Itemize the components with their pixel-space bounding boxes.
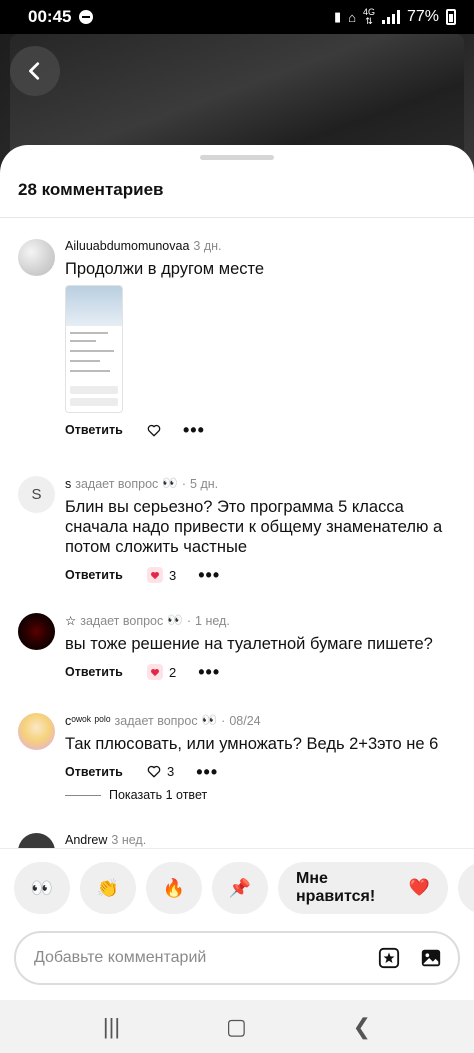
comment-item: ☆ задает вопрос 👀 · 1 нед. вы тоже решен… bbox=[18, 613, 458, 683]
heart-outline-icon bbox=[147, 424, 161, 436]
reaction-pin-button[interactable]: 📌 bbox=[212, 862, 268, 914]
header-divider bbox=[0, 217, 474, 218]
image-attach-icon[interactable] bbox=[420, 947, 442, 969]
pushpin-icon: 📌 bbox=[228, 877, 252, 898]
question-badge: задает вопрос bbox=[75, 476, 159, 491]
avatar[interactable]: S bbox=[18, 476, 55, 513]
reply-button[interactable]: Ответить bbox=[65, 765, 147, 779]
chevron-left-icon bbox=[29, 62, 40, 80]
comment-author[interactable]: Andrew bbox=[65, 833, 107, 847]
back-nav-icon[interactable]: ❮ bbox=[353, 1014, 371, 1040]
sticker-icon[interactable] bbox=[378, 947, 400, 969]
comment-item: Ailuuabdumomunovaa 3 дн. Продолжи в друг… bbox=[18, 239, 458, 439]
comment-actions: Ответить ••• bbox=[65, 421, 458, 439]
drag-handle[interactable] bbox=[200, 155, 274, 160]
more-options-button[interactable]: ••• bbox=[198, 663, 220, 681]
clapping-hands-icon: 👏 bbox=[96, 877, 120, 898]
avatar-letter: S bbox=[31, 486, 42, 503]
comment-item: cᵒʷᵒᵏ ᵖᵒˡᵒ задает вопрос 👀 · 08/24 Так п… bbox=[18, 713, 458, 783]
comment-time: 5 дн. bbox=[190, 476, 219, 491]
comment-time: 1 нед. bbox=[195, 613, 230, 628]
comment-time: 3 дн. bbox=[193, 239, 222, 253]
comment-author[interactable]: ☆ bbox=[65, 613, 76, 628]
like-button[interactable]: 3 bbox=[147, 567, 176, 583]
like-count: 3 bbox=[167, 764, 175, 779]
comment-meta: s задает вопрос 👀 · 5 дн. bbox=[65, 476, 219, 491]
back-button[interactable] bbox=[10, 46, 60, 96]
fire-icon: 🔥 bbox=[162, 877, 186, 898]
eyes-icon: 👀 bbox=[201, 713, 218, 727]
comment-author[interactable]: cᵒʷᵒᵏ ᵖᵒˡᵒ bbox=[65, 714, 111, 728]
eyes-icon: 👀 bbox=[162, 476, 178, 490]
like-button[interactable]: 3 bbox=[147, 764, 174, 779]
red-heart-icon: ❤️ bbox=[408, 878, 430, 897]
comment-text: вы тоже решение на туалетной бумаге пише… bbox=[65, 635, 433, 653]
eyes-icon: 👀 bbox=[30, 877, 54, 898]
battery-icon bbox=[446, 9, 456, 25]
like-reaction-button[interactable]: Мне нравится! ❤️ bbox=[278, 862, 448, 914]
comment-text: Продолжи в другом месте bbox=[65, 260, 265, 278]
battery-percent: 77% bbox=[406, 8, 439, 25]
question-badge: задает вопрос bbox=[80, 613, 164, 628]
comment-input[interactable] bbox=[34, 949, 358, 967]
comment-meta: ☆ задает вопрос 👀 · 1 нед. bbox=[65, 613, 230, 628]
comment-author[interactable]: Ailuuabdumomunovaa bbox=[65, 239, 189, 253]
like-reaction-label: Мне нравится! bbox=[296, 870, 376, 905]
signal-icon bbox=[381, 10, 400, 24]
like-count: 3 bbox=[169, 567, 177, 583]
comments-sheet: 28 комментариев Ailuuabdumomunovaa 3 дн.… bbox=[0, 145, 474, 1053]
question-badge: задает вопрос bbox=[114, 713, 198, 728]
reaction-clap-button[interactable]: 👏 bbox=[80, 862, 136, 914]
heart-outline-icon bbox=[147, 765, 161, 778]
reaction-fire-button[interactable]: 🔥 bbox=[146, 862, 202, 914]
heart-filled-icon bbox=[147, 664, 163, 680]
like-count: 2 bbox=[169, 664, 177, 680]
reaction-eyes-button[interactable]: 👀 bbox=[14, 862, 70, 914]
comment-text: Так плюсовать, или умножать? Ведь 2+3это… bbox=[65, 735, 439, 753]
more-options-button[interactable]: ••• bbox=[198, 566, 220, 584]
replies-line bbox=[65, 794, 101, 796]
home-icon[interactable]: ▢ bbox=[226, 1014, 247, 1040]
show-replies-button[interactable]: Показать 1 ответ bbox=[65, 788, 207, 802]
reply-button[interactable]: Ответить bbox=[65, 568, 147, 582]
network-type: 4G ⇅ bbox=[362, 7, 375, 26]
more-options-button[interactable]: ••• bbox=[183, 421, 205, 439]
reaction-more-button[interactable] bbox=[458, 862, 474, 914]
battery-saver-icon: ▮ bbox=[333, 9, 342, 24]
comment-author[interactable]: s bbox=[65, 477, 71, 491]
quick-reactions-bar: 👀 👏 🔥 📌 Мне нравится! ❤️ bbox=[0, 848, 474, 930]
more-options-button[interactable]: ••• bbox=[196, 763, 218, 781]
heart-filled-icon bbox=[147, 567, 163, 583]
sleep-mode-icon: ⌂ bbox=[348, 9, 356, 25]
comment-item: S s задает вопрос 👀 · 5 дн. Блин вы серь… bbox=[18, 476, 458, 584]
comment-text: Блин вы серьезно? Это программа 5 класса… bbox=[65, 498, 443, 556]
do-not-disturb-icon bbox=[79, 10, 94, 24]
comment-actions: Ответить 3 ••• bbox=[65, 763, 458, 781]
comment-input-box[interactable] bbox=[14, 931, 460, 985]
recent-apps-icon[interactable]: ||| bbox=[103, 1014, 120, 1040]
like-button[interactable]: 2 bbox=[147, 664, 176, 680]
comment-time: 08/24 bbox=[229, 713, 261, 728]
comment-meta: Ailuuabdumomunovaa 3 дн. bbox=[65, 239, 458, 253]
show-replies-label: Показать 1 ответ bbox=[109, 788, 208, 802]
status-time: 00:45 bbox=[28, 7, 72, 26]
system-nav-bar: ||| ▢ ❮ bbox=[0, 1000, 474, 1053]
comment-actions: Ответить 2 ••• bbox=[65, 663, 458, 681]
reply-button[interactable]: Ответить bbox=[65, 665, 147, 679]
attached-image[interactable] bbox=[65, 285, 123, 413]
avatar[interactable] bbox=[18, 613, 55, 650]
reply-button[interactable]: Ответить bbox=[65, 423, 147, 437]
avatar[interactable] bbox=[18, 239, 55, 276]
status-bar: 00:45 ▮ ⌂ 4G ⇅ 77% bbox=[0, 0, 474, 34]
comment-actions: Ответить 3 ••• bbox=[65, 566, 458, 584]
comment-time: 3 нед. bbox=[111, 833, 147, 847]
like-button[interactable] bbox=[147, 424, 161, 437]
comment-meta: Andrew 3 нед. bbox=[65, 833, 458, 847]
comments-count-title: 28 комментариев bbox=[18, 180, 164, 199]
avatar[interactable] bbox=[18, 713, 55, 750]
comment-meta: cᵒʷᵒᵏ ᵖᵒˡᵒ задает вопрос 👀 · 08/24 bbox=[65, 713, 261, 728]
eyes-icon: 👀 bbox=[167, 613, 183, 627]
